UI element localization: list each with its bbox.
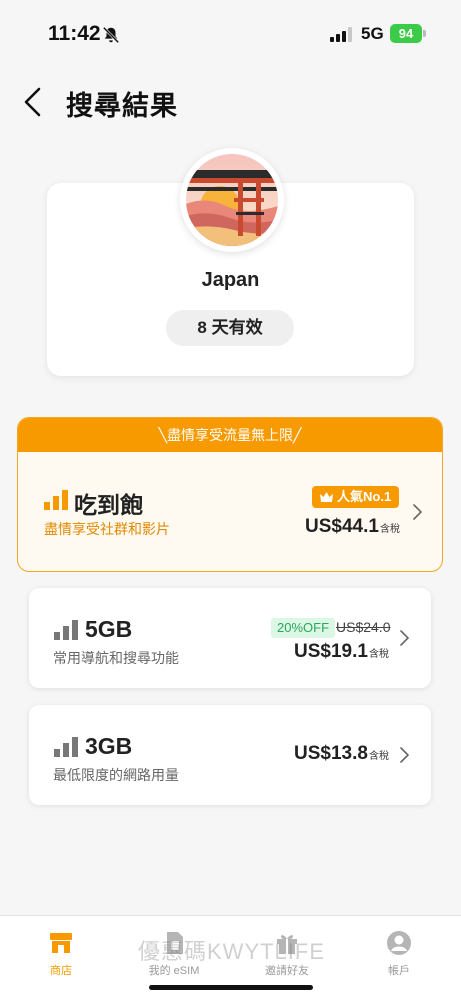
country-flag bbox=[180, 148, 284, 252]
network-type: 5G bbox=[361, 24, 384, 43]
tab-account[interactable]: 帳戶 bbox=[344, 930, 454, 978]
plan-name: 3GB bbox=[85, 733, 133, 759]
price-value: US$19.1 bbox=[294, 641, 368, 662]
plan-price: US$19.1含稅 bbox=[294, 641, 389, 663]
plan-name: 5GB bbox=[85, 616, 133, 642]
status-bar: 11:42 5G 94 bbox=[0, 0, 461, 64]
plan-price: US$44.1含稅 bbox=[305, 516, 400, 538]
account-icon bbox=[387, 931, 411, 955]
plan-card-3gb[interactable]: 3GB 最低限度的網路用量 US$13.8含稅 bbox=[29, 705, 431, 805]
tax-label: 含稅 bbox=[368, 649, 389, 660]
status-time: 11:42 bbox=[48, 22, 101, 45]
home-indicator[interactable] bbox=[149, 985, 313, 990]
page-title: 搜尋結果 bbox=[66, 91, 178, 121]
validity-pill: 8 天有效 bbox=[166, 310, 294, 346]
price-value: US$13.8 bbox=[294, 743, 368, 764]
tax-label: 含稅 bbox=[379, 524, 400, 535]
plan-name: 吃到飽 bbox=[74, 492, 143, 518]
battery-tip bbox=[423, 30, 426, 37]
plan-price: US$13.8含稅 bbox=[294, 743, 389, 765]
original-price: US$24.0 bbox=[336, 619, 391, 635]
crown-icon bbox=[320, 491, 333, 502]
chevron-right-icon bbox=[400, 630, 410, 646]
plan-description: 常用導航和搜尋功能 bbox=[53, 650, 179, 666]
back-arrow-icon[interactable] bbox=[20, 86, 46, 118]
chevron-right-icon bbox=[413, 504, 423, 520]
plan-description: 最低限度的網路用量 bbox=[53, 767, 179, 783]
tab-store[interactable]: 商店 bbox=[6, 930, 116, 978]
country-name: Japan bbox=[201, 269, 260, 291]
signal-bars-icon bbox=[54, 737, 78, 757]
popular-badge: 人氣No.1 bbox=[312, 486, 400, 508]
plan-card-5gb[interactable]: 5GB 常用導航和搜尋功能 20%OFF US$24.0 US$19.1含稅 bbox=[29, 588, 431, 688]
plan-description: 盡情享受社群和影片 bbox=[44, 521, 170, 537]
watermark: 優惠碼KWYTLIFE bbox=[138, 939, 326, 964]
cellular-signal-icon bbox=[330, 27, 352, 42]
price-value: US$44.1 bbox=[305, 516, 379, 537]
tab-label: 帳戶 bbox=[388, 965, 410, 977]
popular-badge-label: 人氣No.1 bbox=[337, 489, 392, 504]
signal-bars-icon bbox=[44, 490, 68, 510]
japan-torii-illustration bbox=[186, 154, 278, 246]
featured-banner: ╲盡情享受流量無上限╱ bbox=[18, 418, 442, 452]
battery-indicator: 94 bbox=[390, 24, 422, 43]
plan-card-unlimited[interactable]: ╲盡情享受流量無上限╱ 吃到飽 盡情享受社群和影片 人氣No.1 US$44.1… bbox=[17, 417, 443, 572]
signal-bars-icon bbox=[54, 620, 78, 640]
discount-badge: 20%OFF bbox=[271, 618, 336, 638]
bell-muted-icon bbox=[102, 26, 120, 44]
tax-label: 含稅 bbox=[368, 751, 389, 762]
tab-label: 商店 bbox=[50, 965, 72, 977]
store-icon bbox=[50, 933, 72, 953]
chevron-right-icon bbox=[400, 747, 410, 763]
